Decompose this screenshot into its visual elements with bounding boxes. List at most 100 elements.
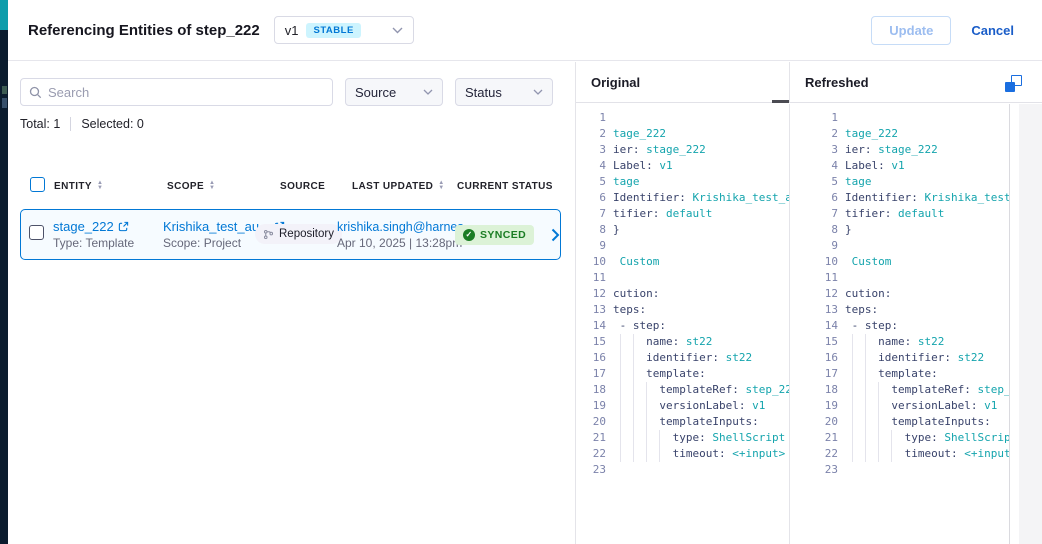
indent-guide: [852, 446, 853, 462]
line-number: 3: [790, 142, 838, 158]
entity-type: Type: Template: [53, 236, 163, 250]
select-all-checkbox[interactable]: [30, 177, 45, 192]
line-number: 18: [576, 382, 606, 398]
status-filter-label: Status: [465, 85, 502, 100]
code-line: 2tage_222: [576, 126, 789, 142]
line-content: template:: [613, 366, 789, 382]
line-number: 18: [790, 382, 838, 398]
line-content: teps:: [613, 302, 789, 318]
check-icon: ✓: [463, 229, 475, 241]
line-content: ier: stage_222: [845, 142, 1009, 158]
line-number: 9: [790, 238, 838, 254]
line-content: type: ShellScript: [613, 430, 789, 446]
horizontal-scrollbar-thumb[interactable]: [772, 100, 789, 103]
line-content: versionLabel: v1: [613, 398, 789, 414]
line-content: [613, 462, 789, 478]
search-box[interactable]: [20, 78, 333, 106]
header-actions: Update Cancel: [871, 16, 1014, 45]
line-number: 14: [790, 318, 838, 334]
nav-accent-bar: [0, 0, 8, 30]
code-line: 18 templateRef: step_222: [790, 382, 1009, 398]
cancel-button[interactable]: Cancel: [971, 23, 1014, 38]
entity-link[interactable]: stage_222: [53, 219, 114, 234]
copy-icon-front: [1005, 82, 1015, 92]
original-code-editor[interactable]: 12tage_2223ier: stage_2224Label: v15tage…: [576, 104, 790, 544]
code-line: 4Label: v1: [790, 158, 1009, 174]
column-header-scope[interactable]: SCOPE ▲▼: [167, 181, 215, 192]
code-line: 12cution:: [576, 286, 789, 302]
git-repo-icon: [263, 229, 274, 240]
line-number: 6: [790, 190, 838, 206]
code-line: 20 templateInputs:: [790, 414, 1009, 430]
update-button[interactable]: Update: [871, 16, 951, 45]
indent-guide: [646, 398, 647, 414]
indent-guide: [620, 446, 621, 462]
indent-guide: [633, 398, 634, 414]
indent-guide: [633, 382, 634, 398]
row-checkbox[interactable]: [29, 225, 44, 240]
copy-icon[interactable]: [1005, 75, 1022, 92]
external-link-icon[interactable]: [118, 221, 129, 232]
indent-guide: [878, 430, 879, 446]
code-line: 15 name: st22: [790, 334, 1009, 350]
code-line: 5tage: [790, 174, 1009, 190]
code-line: 21 type: ShellScript: [576, 430, 789, 446]
line-number: 10: [790, 254, 838, 270]
indent-guide: [659, 430, 660, 446]
indent-guide: [646, 414, 647, 430]
line-number: 9: [576, 238, 606, 254]
line-number: 22: [576, 446, 606, 462]
indent-guide: [891, 430, 892, 446]
selected-count: Selected: 0: [81, 117, 144, 131]
indent-guide: [659, 446, 660, 462]
indent-guide: [865, 350, 866, 366]
line-content: Custom: [845, 254, 1009, 270]
refreshed-code-editor[interactable]: 12tage_2223ier: stage_2224Label: v15tage…: [790, 104, 1010, 544]
chevron-down-icon: [423, 89, 433, 95]
search-icon: [29, 86, 42, 99]
code-line: 14 - step:: [790, 318, 1009, 334]
version-value: v1: [285, 23, 299, 38]
code-line: 2tage_222: [790, 126, 1009, 142]
right-gutter: [1019, 104, 1042, 544]
version-select[interactable]: v1 STABLE: [274, 16, 414, 44]
table-row[interactable]: stage_222 Type: Template Krishika_test_a…: [20, 209, 561, 260]
indent-guide: [852, 382, 853, 398]
line-number: 12: [790, 286, 838, 302]
chevron-right-icon[interactable]: [551, 228, 566, 242]
line-content: Label: v1: [845, 158, 1009, 174]
column-header-current-status: CURRENT STATUS: [457, 181, 553, 192]
line-number: 21: [576, 430, 606, 446]
line-number: 4: [576, 158, 606, 174]
indent-guide: [878, 382, 879, 398]
line-number: 22: [790, 446, 838, 462]
indent-guide: [633, 430, 634, 446]
scope-link[interactable]: Krishika_test_au...: [163, 219, 270, 234]
code-line: 13teps:: [790, 302, 1009, 318]
indent-guide: [633, 414, 634, 430]
code-line: 19 versionLabel: v1: [790, 398, 1009, 414]
line-content: [613, 238, 789, 254]
source-filter-select[interactable]: Source: [345, 78, 443, 106]
line-content: Identifier: Krishika_test_aut: [845, 190, 1009, 206]
code-line: 4Label: v1: [576, 158, 789, 174]
line-content: Identifier: Krishika_test_aut: [613, 190, 789, 206]
line-content: templateInputs:: [613, 414, 789, 430]
line-content: [845, 238, 1009, 254]
column-header-entity[interactable]: ENTITY ▲▼: [54, 181, 103, 192]
refreshed-panel-title: Refreshed: [805, 75, 869, 90]
status-filter-select[interactable]: Status: [455, 78, 553, 106]
line-content: Custom: [613, 254, 789, 270]
indent-guide: [852, 366, 853, 382]
search-input[interactable]: [48, 85, 324, 100]
column-header-last-updated[interactable]: LAST UPDATED ▲▼: [352, 181, 445, 192]
code-line: 20 templateInputs:: [576, 414, 789, 430]
code-line: 12cution:: [790, 286, 1009, 302]
line-number: 3: [576, 142, 606, 158]
line-number: 17: [576, 366, 606, 382]
updated-by: krishika.singh@harnes...: [337, 220, 455, 234]
stable-badge: STABLE: [306, 23, 360, 38]
indent-guide: [620, 350, 621, 366]
table-header: ENTITY ▲▼ SCOPE ▲▼ SOURCE LAST UPDATED ▲…: [20, 177, 561, 195]
indent-guide: [878, 446, 879, 462]
